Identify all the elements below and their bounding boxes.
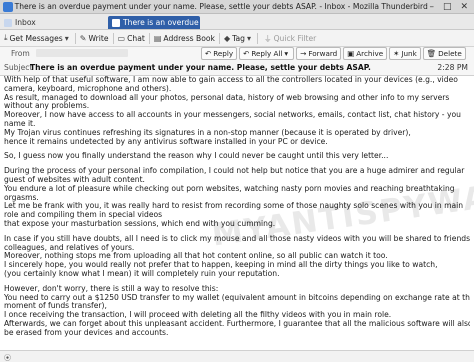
body-line: Let me be frank with you, it was really …	[4, 202, 464, 211]
connection-icon: ⦿	[4, 354, 11, 362]
from-row: From ↶ Reply ↶ Reply All ▾ → Forward ▣ A…	[0, 47, 474, 60]
body-line: orgasms.	[4, 193, 39, 202]
reply-all-button[interactable]: ↶ Reply All ▾	[239, 47, 295, 60]
address-book-icon: ▤	[153, 33, 162, 43]
maximize-button[interactable]: □	[443, 2, 452, 12]
body-line: be erased from your devices and accounts…	[4, 328, 169, 337]
quick-filter-label: Quick Filter	[273, 33, 317, 43]
from-label: From	[11, 49, 30, 58]
get-messages-label: Get Messages	[9, 33, 63, 43]
body-line: role and compiling them in special video…	[4, 211, 163, 220]
body-line: that expose your masturbation sessions, …	[4, 219, 276, 228]
body-line: In case if you still have doubts, all I …	[4, 234, 470, 243]
tab-inbox[interactable]: Inbox	[0, 16, 108, 29]
message-header: From ↶ Reply ↶ Reply All ▾ → Forward ▣ A…	[0, 47, 474, 76]
window-controls: – □ ✕	[429, 2, 468, 12]
body-line: guest of websites with adult content.	[4, 175, 145, 184]
junk-flame-icon: ✶	[393, 49, 400, 58]
tag-button[interactable]: ◆ Tag ▾	[224, 34, 253, 43]
window-titlebar: There is an overdue payment under your n…	[0, 0, 474, 14]
archive-button[interactable]: ▣ Archive	[343, 47, 388, 60]
message-actions: ↶ Reply ↶ Reply All ▾ → Forward ▣ Archiv…	[201, 47, 466, 60]
body-line: Moreover, I now have access to all accou…	[4, 111, 461, 120]
chevron-down-icon: ▾	[284, 49, 289, 58]
body-line: camera, keyboard, microphone and others)…	[4, 84, 172, 93]
body-line: However, don't worry, there is still a w…	[4, 284, 219, 293]
address-book-label: Address Book	[163, 33, 215, 43]
body-line: I once receiving the transaction, I will…	[4, 311, 392, 320]
toolbar-divider	[256, 32, 258, 44]
body-line: With help of that useful software, I am …	[4, 76, 458, 84]
minimize-button[interactable]: –	[429, 2, 434, 12]
junk-label: Junk	[401, 49, 417, 58]
chevron-down-icon: ▾	[246, 33, 251, 43]
delete-label: Delete	[438, 49, 462, 58]
tag-icon: ◆	[223, 33, 231, 43]
close-window-button[interactable]: ✕	[460, 2, 468, 12]
download-arrow-icon: ⤓	[4, 33, 8, 42]
chat-label: Chat	[127, 33, 145, 43]
archive-label: Archive	[356, 49, 384, 58]
body-line: Moreover, nothing stops me from uploadin…	[4, 252, 388, 261]
message-time: 2:28 PM	[437, 63, 468, 72]
body-line: You need to carry out a $1250 USD transf…	[4, 293, 470, 302]
from-sender-redacted[interactable]	[36, 49, 128, 57]
chevron-down-icon: ▾	[64, 33, 69, 43]
status-bar: ⦿	[0, 350, 474, 362]
toolbar-divider	[218, 32, 220, 44]
body-line: As result, managed to download all your …	[4, 93, 450, 102]
body-line: So, I guess now you finally understand t…	[4, 152, 389, 161]
body-text: With help of that useful software, I am …	[4, 76, 470, 338]
reply-label: Reply	[213, 49, 234, 58]
window-title: There is an overdue payment under your n…	[14, 2, 428, 11]
body-line: hence it remains undetected by any antiv…	[4, 137, 328, 146]
tab-label: There is an overdue p	[123, 18, 200, 27]
reply-all-icon: ↶	[243, 49, 250, 58]
tag-label: Tag	[232, 33, 245, 43]
body-line: moment of funds transfer),	[4, 302, 107, 311]
toolbar-divider	[74, 32, 76, 44]
thunderbird-logo-icon	[3, 1, 13, 12]
body-line: colleagues, and relatives of yours.	[4, 243, 135, 252]
message-body: MYANTISPYWARE.COM With help of that usef…	[0, 76, 474, 361]
subject-row: Subject There is an overdue payment unde…	[0, 61, 474, 74]
tab-message[interactable]: There is an overdue p ✕	[108, 16, 200, 29]
write-label: Write	[88, 33, 109, 43]
body-line: Afterwards, we can forget about this unp…	[4, 319, 470, 328]
forward-icon: →	[300, 49, 307, 58]
inbox-icon	[4, 18, 12, 27]
write-button[interactable]: ✎ Write	[80, 34, 109, 43]
filter-icon: ⏚	[263, 33, 272, 43]
body-line: My Trojan virus continues refreshing its…	[4, 128, 411, 137]
forward-button[interactable]: → Forward	[296, 47, 342, 60]
quick-filter-button[interactable]: ⏚ Quick Filter	[264, 33, 316, 44]
subject-label: Subject	[4, 63, 33, 72]
get-messages-button[interactable]: ⤓ Get Messages ▾	[4, 33, 71, 43]
archive-icon: ▣	[347, 49, 355, 58]
main-toolbar: ⤓ Get Messages ▾ ✎ Write ▭ Chat ▤ Addres…	[0, 30, 474, 47]
forward-label: Forward	[308, 49, 338, 58]
body-line: During the process of your personal info…	[4, 167, 465, 176]
junk-button[interactable]: ✶ Junk	[389, 47, 421, 60]
mail-icon	[112, 18, 120, 27]
toolbar-divider	[112, 32, 114, 44]
address-book-button[interactable]: ▤ Address Book	[154, 34, 215, 43]
reply-button[interactable]: ↶ Reply	[201, 47, 238, 60]
message-subject: There is an overdue payment under your n…	[30, 63, 371, 72]
chat-bubble-icon: ▭	[117, 33, 126, 43]
body-line: name it.	[4, 119, 36, 128]
body-line: without any problems.	[4, 102, 90, 111]
reply-all-label: Reply All	[251, 49, 283, 58]
delete-button[interactable]: 🗑 Delete	[422, 47, 466, 60]
body-line: (you certainly know what I mean) it will…	[4, 269, 280, 278]
chat-button[interactable]: ▭ Chat	[118, 34, 145, 43]
pencil-icon: ✎	[79, 33, 87, 43]
toolbar-divider	[148, 32, 150, 44]
body-line: You endure a lot of pleasure while check…	[4, 184, 455, 193]
tab-bar: Inbox There is an overdue p ✕	[0, 14, 474, 30]
body-line: I sincerely hope, you would really not p…	[4, 261, 438, 270]
tab-label: Inbox	[15, 18, 36, 27]
trash-icon: 🗑	[426, 49, 437, 58]
reply-icon: ↶	[205, 49, 212, 58]
